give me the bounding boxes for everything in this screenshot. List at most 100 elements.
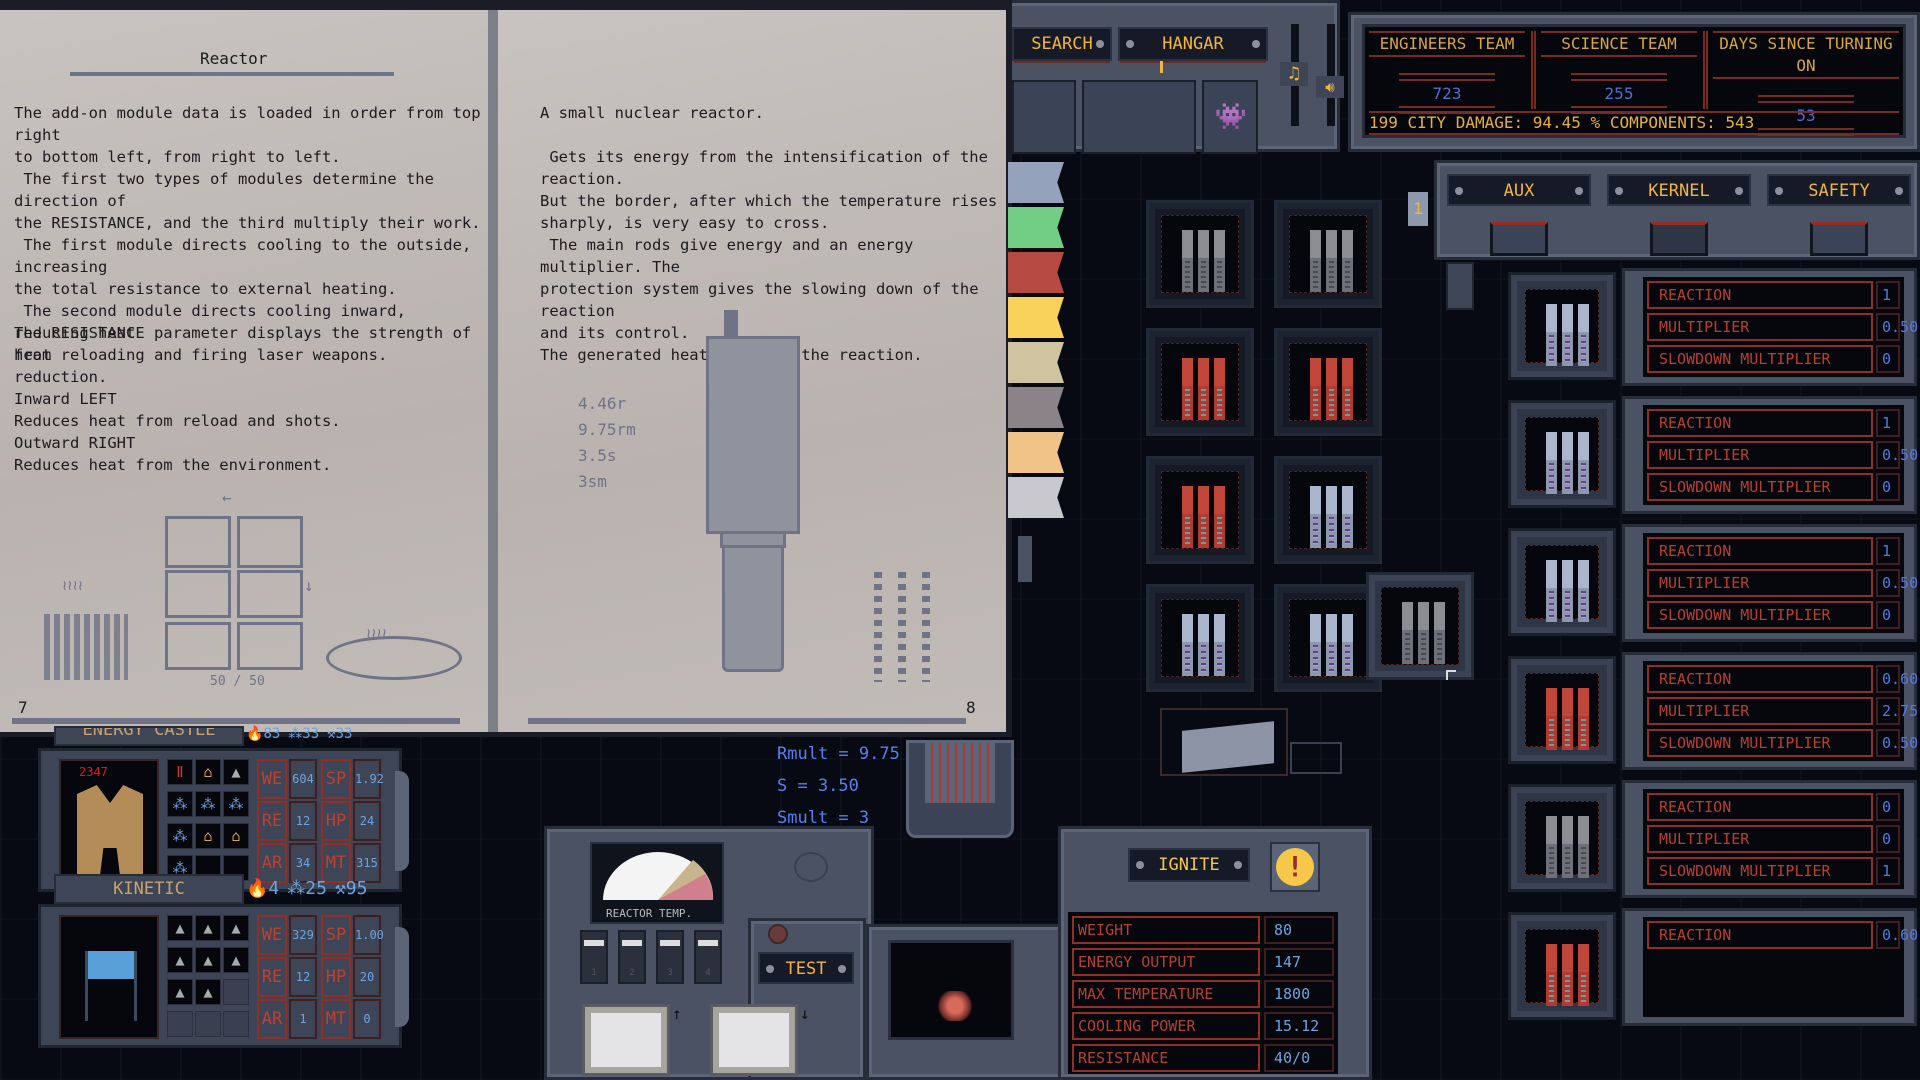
switch-number: 3	[667, 968, 673, 978]
monitor-down[interactable]	[710, 1004, 798, 1076]
stat-value-re: 12	[289, 957, 317, 997]
bookmark-orange[interactable]	[1008, 432, 1064, 473]
bookmark-blue[interactable]	[1008, 162, 1064, 203]
unit-card[interactable]: 2347 Ⅱ ⌂ ▲ ⁂ ⁂ ⁂ ⁂ ⌂ ⌂ ⁂ WE 604 SP 1.92 RE 12 HP 24 AR 34 MT 3…	[38, 748, 409, 892]
bookmark-yellow[interactable]	[1008, 297, 1064, 338]
resource-value: 95	[345, 878, 368, 899]
speaker-icon[interactable]: 🔊︎	[1316, 76, 1344, 98]
hangar-button-2[interactable]	[1082, 80, 1196, 154]
bookmark-tan[interactable]	[1008, 342, 1064, 383]
reactor-slot[interactable]	[1146, 200, 1254, 308]
equipment-slot[interactable]: ⌂	[223, 823, 249, 849]
hangar-button-1[interactable]	[1012, 80, 1076, 154]
param-value: 1	[1876, 281, 1900, 309]
tab-aux[interactable]: AUX	[1447, 174, 1591, 206]
equipment-slot[interactable]	[223, 1011, 249, 1037]
fuel-rod	[1198, 230, 1209, 292]
equipment-slot[interactable]: ⁂	[223, 791, 249, 817]
fuel-rod	[1310, 614, 1321, 676]
module-icon[interactable]	[1508, 272, 1616, 380]
unit-handle[interactable]	[395, 771, 409, 871]
equipment-slot[interactable]	[167, 1011, 193, 1037]
fuel-rod	[1546, 304, 1557, 366]
arrow-up-icon: ↑	[672, 1004, 682, 1023]
param-label: MULTIPLIER	[1647, 697, 1873, 725]
screw-icon	[1096, 40, 1104, 48]
reactor-slot[interactable]	[1146, 328, 1254, 436]
test-button[interactable]: TEST	[758, 952, 854, 984]
fuel-rod	[1434, 602, 1445, 664]
fuel-rod	[1546, 560, 1557, 622]
param-value: 0	[1876, 473, 1900, 501]
fuel-rod	[1214, 358, 1225, 420]
dragged-module[interactable]	[1366, 572, 1474, 680]
arrow-left-icon: ←	[222, 488, 232, 507]
equipment-slot[interactable]	[223, 979, 249, 1005]
exclamation-icon[interactable]: !	[1270, 842, 1320, 892]
fuel-rod	[1578, 944, 1589, 1006]
module-icon[interactable]	[1508, 784, 1616, 892]
unit-handle[interactable]	[395, 927, 409, 1027]
bookmark-white[interactable]	[1008, 477, 1064, 518]
summary-row: MAX TEMPERATURE 1800	[1072, 980, 1334, 1008]
bookmark-green[interactable]	[1008, 207, 1064, 248]
module-icon[interactable]	[1508, 656, 1616, 764]
tab-kernel[interactable]: KERNEL	[1607, 174, 1751, 206]
equipment-slot[interactable]: ▲	[167, 947, 193, 973]
equipment-slot[interactable]: ▲	[223, 947, 249, 973]
reactor-sketch	[706, 336, 800, 534]
param-row: REACTION 1	[1647, 409, 1900, 437]
equipment-slot[interactable]: Ⅱ	[167, 759, 193, 785]
kernel-toggle[interactable]	[1650, 222, 1708, 256]
equipment-slot[interactable]: ▲	[223, 915, 249, 941]
fuel-rod	[1326, 614, 1337, 676]
music-note-icon[interactable]: ♫	[1280, 62, 1308, 86]
reactor-chip[interactable]	[1160, 708, 1288, 776]
reactor-slot[interactable]	[1274, 200, 1382, 308]
aux-toggle[interactable]	[1490, 222, 1548, 256]
module-icon[interactable]	[1508, 528, 1616, 636]
equipment-slot[interactable]: ▲	[167, 979, 193, 1005]
equipment-slot[interactable]: ⁂	[167, 791, 193, 817]
reactor-slot[interactable]	[1274, 328, 1382, 436]
equipment-slot[interactable]: ▲	[195, 915, 221, 941]
tab-safety[interactable]: SAFETY	[1767, 174, 1911, 206]
safety-toggle[interactable]	[1810, 222, 1868, 256]
equipment-slot[interactable]: ▲	[195, 979, 221, 1005]
equipment-slot[interactable]	[195, 1011, 221, 1037]
ignite-button[interactable]: IGNITE	[1128, 848, 1250, 882]
bookmark-red[interactable]	[1008, 252, 1064, 293]
science-team-value: 255	[1541, 73, 1697, 114]
reactor-slot[interactable]	[1146, 456, 1254, 564]
equipment-slot[interactable]: ⁂	[195, 791, 221, 817]
equipment-slot[interactable]: ⌂	[195, 823, 221, 849]
module-icon[interactable]	[1508, 400, 1616, 508]
summary-row: RESISTANCE 40/0	[1072, 1044, 1334, 1072]
unit-card[interactable]: ▲ ▲ ▲ ▲ ▲ ▲ ▲ ▲ WE 329 SP 1.00 RE 12 HP 20 AR 1 MT 0	[38, 904, 409, 1048]
equipment-slot[interactable]: ▲	[195, 947, 221, 973]
tab-hangar[interactable]: HANGAR	[1118, 27, 1268, 63]
bookmark-grey[interactable]	[1008, 387, 1064, 428]
param-value: 0.50	[1876, 569, 1918, 597]
equipment-slot[interactable]: ▲	[223, 759, 249, 785]
reactor-slot[interactable]	[1274, 456, 1382, 564]
equipment-slot[interactable]: ▲	[167, 915, 193, 941]
news-ticker: 199 CITY DAMAGE: 94.45 % COMPONENTS: 543	[1369, 111, 1899, 135]
fuel-rod	[1182, 230, 1193, 292]
module-icon[interactable]	[1508, 912, 1616, 1020]
reactor-switch-2[interactable]: 2	[618, 930, 646, 984]
equipment-slot[interactable]: ⌂	[195, 759, 221, 785]
reactor-preview-screen	[888, 940, 1014, 1040]
equipment-slot[interactable]: ⁂	[167, 823, 193, 849]
param-label: SLOWDOWN MULTIPLIER	[1647, 473, 1873, 501]
monitor-up[interactable]	[582, 1004, 670, 1076]
reactor-switch-1[interactable]: 1	[580, 930, 608, 984]
reactor-slot[interactable]	[1146, 584, 1254, 692]
summary-label: MAX TEMPERATURE	[1072, 980, 1260, 1008]
tab-search[interactable]: SEARCH	[1012, 27, 1112, 63]
sound-slider-track[interactable]	[1327, 24, 1335, 126]
stats-panel: ENGINEERS TEAM 723 SCIENCE TEAM 255 DAYS…	[1362, 24, 1906, 138]
reactor-switch-4[interactable]: 4	[694, 930, 722, 984]
hangar-button-3[interactable]: 👾	[1202, 80, 1258, 154]
reactor-switch-3[interactable]: 3	[656, 930, 684, 984]
